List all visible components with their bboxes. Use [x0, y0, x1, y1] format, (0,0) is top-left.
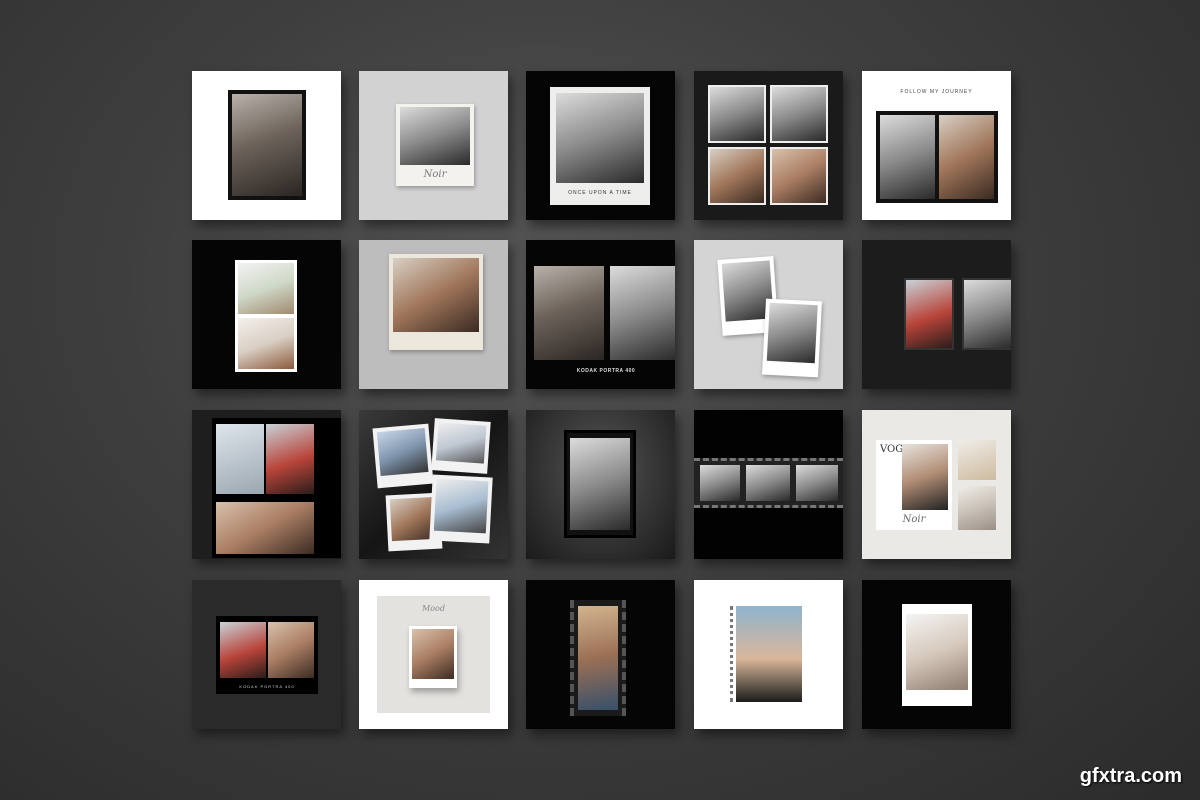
template-tile[interactable]: Noir — [359, 71, 508, 220]
template-tile[interactable]: Mood — [359, 580, 508, 729]
photo — [238, 263, 294, 314]
photo — [570, 438, 630, 530]
caption: ONCE UPON A TIME — [568, 190, 632, 196]
template-tile[interactable] — [192, 71, 341, 220]
sprocket-holes — [730, 606, 734, 702]
template-tile[interactable] — [192, 410, 341, 559]
photo — [904, 278, 954, 350]
photo — [796, 465, 838, 501]
polaroid — [762, 298, 822, 378]
caption: FOLLOW MY JOURNEY — [900, 89, 973, 95]
photo — [958, 440, 996, 480]
photo — [578, 606, 618, 710]
template-tile[interactable] — [526, 410, 675, 559]
polaroid — [372, 423, 434, 489]
template-tile[interactable]: KODAK PORTRA 400 — [192, 580, 341, 729]
template-tile[interactable]: ONCE UPON A TIME — [526, 71, 675, 220]
photo — [770, 147, 828, 205]
photo — [216, 424, 264, 494]
caption: KODAK PORTRA 400 — [576, 368, 636, 374]
photo — [700, 465, 740, 501]
template-tile[interactable]: KODAK PORTRA 400 — [526, 240, 675, 389]
template-tile[interactable] — [192, 240, 341, 389]
template-tile[interactable] — [694, 71, 843, 220]
template-tile[interactable]: FOLLOW MY JOURNEY — [862, 71, 1011, 220]
photo — [902, 444, 948, 510]
template-tile[interactable] — [359, 240, 508, 389]
photo — [736, 606, 802, 702]
photo — [268, 622, 314, 678]
template-tile[interactable] — [526, 580, 675, 729]
template-tile[interactable] — [862, 240, 1011, 389]
template-tile[interactable]: VOGUE Noir — [862, 410, 1011, 559]
photo — [393, 258, 479, 332]
template-tile[interactable] — [694, 240, 843, 389]
photo — [412, 629, 454, 679]
photo — [880, 115, 935, 199]
photo — [770, 85, 828, 143]
template-tile[interactable] — [862, 580, 1011, 729]
polaroid — [429, 474, 493, 544]
photo — [266, 424, 314, 494]
script-text: Noir — [423, 169, 447, 180]
photo — [708, 85, 766, 143]
caption: KODAK PORTRA 400 — [239, 684, 295, 689]
photo — [906, 614, 968, 690]
polaroid — [431, 418, 491, 474]
photo — [708, 147, 766, 205]
photo — [746, 465, 790, 501]
photo — [556, 93, 644, 183]
template-tile[interactable] — [359, 410, 508, 559]
photo — [958, 486, 996, 530]
photo — [400, 107, 470, 165]
photo — [220, 622, 266, 678]
photo — [216, 502, 314, 554]
photo — [939, 115, 994, 199]
script-text: Noir — [902, 514, 926, 525]
photo — [610, 266, 675, 360]
template-tile[interactable] — [694, 580, 843, 729]
photo — [232, 94, 302, 196]
template-tile[interactable] — [694, 410, 843, 559]
photo — [534, 266, 604, 360]
watermark: gfxtra.com — [1079, 765, 1182, 787]
photo — [962, 278, 1011, 350]
photo — [238, 318, 294, 369]
script-text: Mood — [422, 604, 445, 613]
